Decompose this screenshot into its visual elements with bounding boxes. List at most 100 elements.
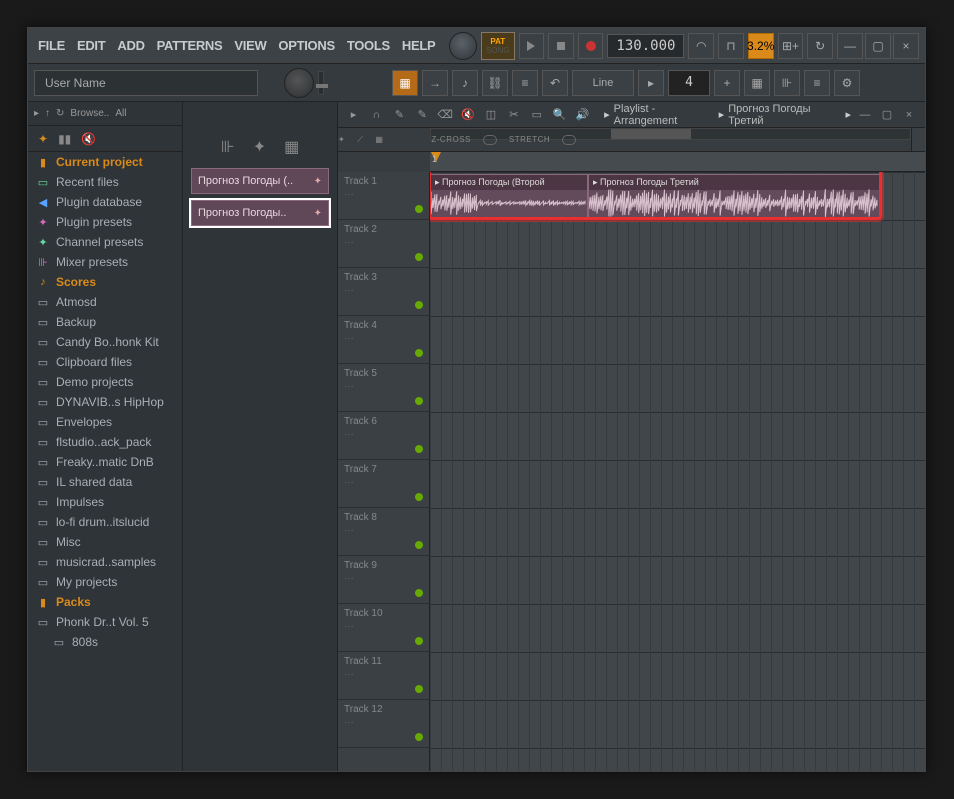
pattern-number[interactable]: 4 bbox=[668, 70, 710, 96]
slider[interactable] bbox=[318, 71, 324, 95]
track-header-11[interactable]: Track 11… bbox=[338, 652, 429, 700]
pl-minimize[interactable]: — bbox=[855, 105, 875, 125]
piano-roll-icon[interactable]: ≡ bbox=[804, 70, 830, 96]
browser-item-17[interactable]: ▭Impulses bbox=[28, 492, 182, 512]
select-icon[interactable]: ▭ bbox=[527, 105, 546, 125]
browser-item-4[interactable]: ✦Channel presets bbox=[28, 232, 182, 252]
metronome-icon[interactable]: ◠ bbox=[688, 33, 714, 59]
record-button[interactable] bbox=[578, 33, 604, 59]
track-menu-icon[interactable]: … bbox=[344, 523, 423, 534]
master-pitch-knob[interactable] bbox=[284, 68, 314, 98]
scrollbar-thumb[interactable] bbox=[611, 129, 691, 139]
browser-item-9[interactable]: ▭Candy Bo..honk Kit bbox=[28, 332, 182, 352]
browser-item-20[interactable]: ▭musicrad..samples bbox=[28, 552, 182, 572]
track-mute-dot[interactable] bbox=[415, 493, 423, 501]
play-button[interactable] bbox=[519, 33, 545, 59]
track-menu-icon[interactable]: … bbox=[344, 571, 423, 582]
track-mute-dot[interactable] bbox=[415, 445, 423, 453]
view-playlist-icon[interactable]: ▦ bbox=[392, 70, 418, 96]
view-mixer-icon[interactable]: ≡ bbox=[512, 70, 538, 96]
browser-item-22[interactable]: ▮Packs bbox=[28, 592, 182, 612]
view-stepseq-icon[interactable]: → bbox=[422, 70, 448, 96]
pl-close[interactable]: × bbox=[899, 105, 919, 125]
mixer-icon[interactable]: ⊪ bbox=[774, 70, 800, 96]
browser-item-10[interactable]: ▭Clipboard files bbox=[28, 352, 182, 372]
step-edit-icon[interactable]: ⊞+ bbox=[778, 33, 804, 59]
zcross-label[interactable]: Z-CROSS bbox=[431, 135, 471, 144]
track-mute-dot[interactable] bbox=[415, 733, 423, 741]
track-header-5[interactable]: Track 5… bbox=[338, 364, 429, 412]
track-menu-icon[interactable]: … bbox=[344, 619, 423, 630]
track-mute-dot[interactable] bbox=[415, 301, 423, 309]
tab-mute-icon[interactable]: 🔇 bbox=[81, 132, 96, 146]
selector2[interactable]: ⟋ bbox=[357, 135, 363, 145]
track-menu-icon[interactable]: … bbox=[344, 379, 423, 390]
channel-mode-2-icon[interactable]: ✦ bbox=[253, 137, 266, 157]
maximize-button[interactable]: ▢ bbox=[865, 33, 891, 59]
track-menu-icon[interactable]: … bbox=[344, 187, 423, 198]
loop-record-icon[interactable]: ↻ bbox=[807, 33, 833, 59]
track-mute-dot[interactable] bbox=[415, 253, 423, 261]
track-menu-icon[interactable]: … bbox=[344, 427, 423, 438]
wait-icon[interactable]: ⊓ bbox=[718, 33, 744, 59]
scrollbar-end[interactable] bbox=[911, 128, 925, 151]
stop-button[interactable] bbox=[548, 33, 574, 59]
view-browser-icon[interactable]: ⛓ bbox=[482, 70, 508, 96]
channel-mode-1-icon[interactable]: ⊪ bbox=[221, 137, 235, 157]
playlist-menu-icon[interactable]: ▸ bbox=[344, 105, 363, 125]
timeline-ruler[interactable]: 1 bbox=[430, 152, 925, 172]
browser-item-13[interactable]: ▭Envelopes bbox=[28, 412, 182, 432]
view-pianoroll-icon[interactable]: ♪ bbox=[452, 70, 478, 96]
track-header-10[interactable]: Track 10… bbox=[338, 604, 429, 652]
pattern-play-icon[interactable]: ▸ bbox=[638, 70, 664, 96]
track-mute-dot[interactable] bbox=[415, 637, 423, 645]
zcross-toggle[interactable] bbox=[483, 135, 497, 145]
browser-item-1[interactable]: ▭Recent files bbox=[28, 172, 182, 192]
track-menu-icon[interactable]: … bbox=[344, 715, 423, 726]
tempo-display[interactable]: 130.000 bbox=[607, 34, 684, 58]
track-header-7[interactable]: Track 7… bbox=[338, 460, 429, 508]
browser-item-0[interactable]: ▮Current project bbox=[28, 152, 182, 172]
master-volume-dial[interactable] bbox=[449, 32, 477, 60]
stretch-toggle[interactable] bbox=[562, 135, 576, 145]
slice-icon[interactable]: ✂ bbox=[504, 105, 523, 125]
browser-item-16[interactable]: ▭IL shared data bbox=[28, 472, 182, 492]
track-header-8[interactable]: Track 8… bbox=[338, 508, 429, 556]
track-mute-dot[interactable] bbox=[415, 397, 423, 405]
browser-item-12[interactable]: ▭DYNAVIB..s HipHop bbox=[28, 392, 182, 412]
settings-slider-icon[interactable]: ⚙ bbox=[834, 70, 860, 96]
tab-wave-icon[interactable]: ✦ bbox=[38, 132, 48, 146]
minimize-button[interactable]: — bbox=[837, 33, 863, 59]
zoom-icon[interactable]: 🔍 bbox=[550, 105, 569, 125]
collapse-icon[interactable]: ▸ bbox=[34, 108, 39, 119]
track-header-12[interactable]: Track 12… bbox=[338, 700, 429, 748]
track-header-6[interactable]: Track 6… bbox=[338, 412, 429, 460]
browser-item-18[interactable]: ▭lo-fi drum..itslucid bbox=[28, 512, 182, 532]
channel-rack-icon[interactable]: ▦ bbox=[744, 70, 770, 96]
browser-item-24[interactable]: ▭808s bbox=[28, 632, 182, 652]
brush-icon[interactable]: ✎ bbox=[413, 105, 432, 125]
browser-item-3[interactable]: ✦Plugin presets bbox=[28, 212, 182, 232]
browser-item-7[interactable]: ▭Atmosd bbox=[28, 292, 182, 312]
menu-help[interactable]: HELP bbox=[398, 38, 439, 53]
pattern-add-icon[interactable]: + bbox=[714, 70, 740, 96]
browser-item-23[interactable]: ▭Phonk Dr..t Vol. 5 bbox=[28, 612, 182, 632]
up-icon[interactable]: ↑ bbox=[45, 108, 50, 119]
track-menu-icon[interactable]: … bbox=[344, 235, 423, 246]
browser-item-15[interactable]: ▭Freaky..matic DnB bbox=[28, 452, 182, 472]
track-header-2[interactable]: Track 2… bbox=[338, 220, 429, 268]
countdown-icon[interactable]: 3.2% bbox=[748, 33, 774, 59]
selector3[interactable]: ▦ bbox=[375, 135, 383, 144]
sample-chip-1[interactable]: Прогноз Погоды..✦ bbox=[191, 200, 329, 226]
track-mute-dot[interactable] bbox=[415, 205, 423, 213]
menu-add[interactable]: ADD bbox=[113, 38, 148, 53]
track-menu-icon[interactable]: … bbox=[344, 475, 423, 486]
pencil-icon[interactable]: ✎ bbox=[390, 105, 409, 125]
browser-item-5[interactable]: ⊪Mixer presets bbox=[28, 252, 182, 272]
track-menu-icon[interactable]: … bbox=[344, 667, 423, 678]
menu-tools[interactable]: TOOLS bbox=[343, 38, 394, 53]
track-header-1[interactable]: Track 1… bbox=[338, 172, 429, 220]
track-header-4[interactable]: Track 4… bbox=[338, 316, 429, 364]
mute-icon[interactable]: 🔇 bbox=[459, 105, 478, 125]
track-menu-icon[interactable]: … bbox=[344, 331, 423, 342]
